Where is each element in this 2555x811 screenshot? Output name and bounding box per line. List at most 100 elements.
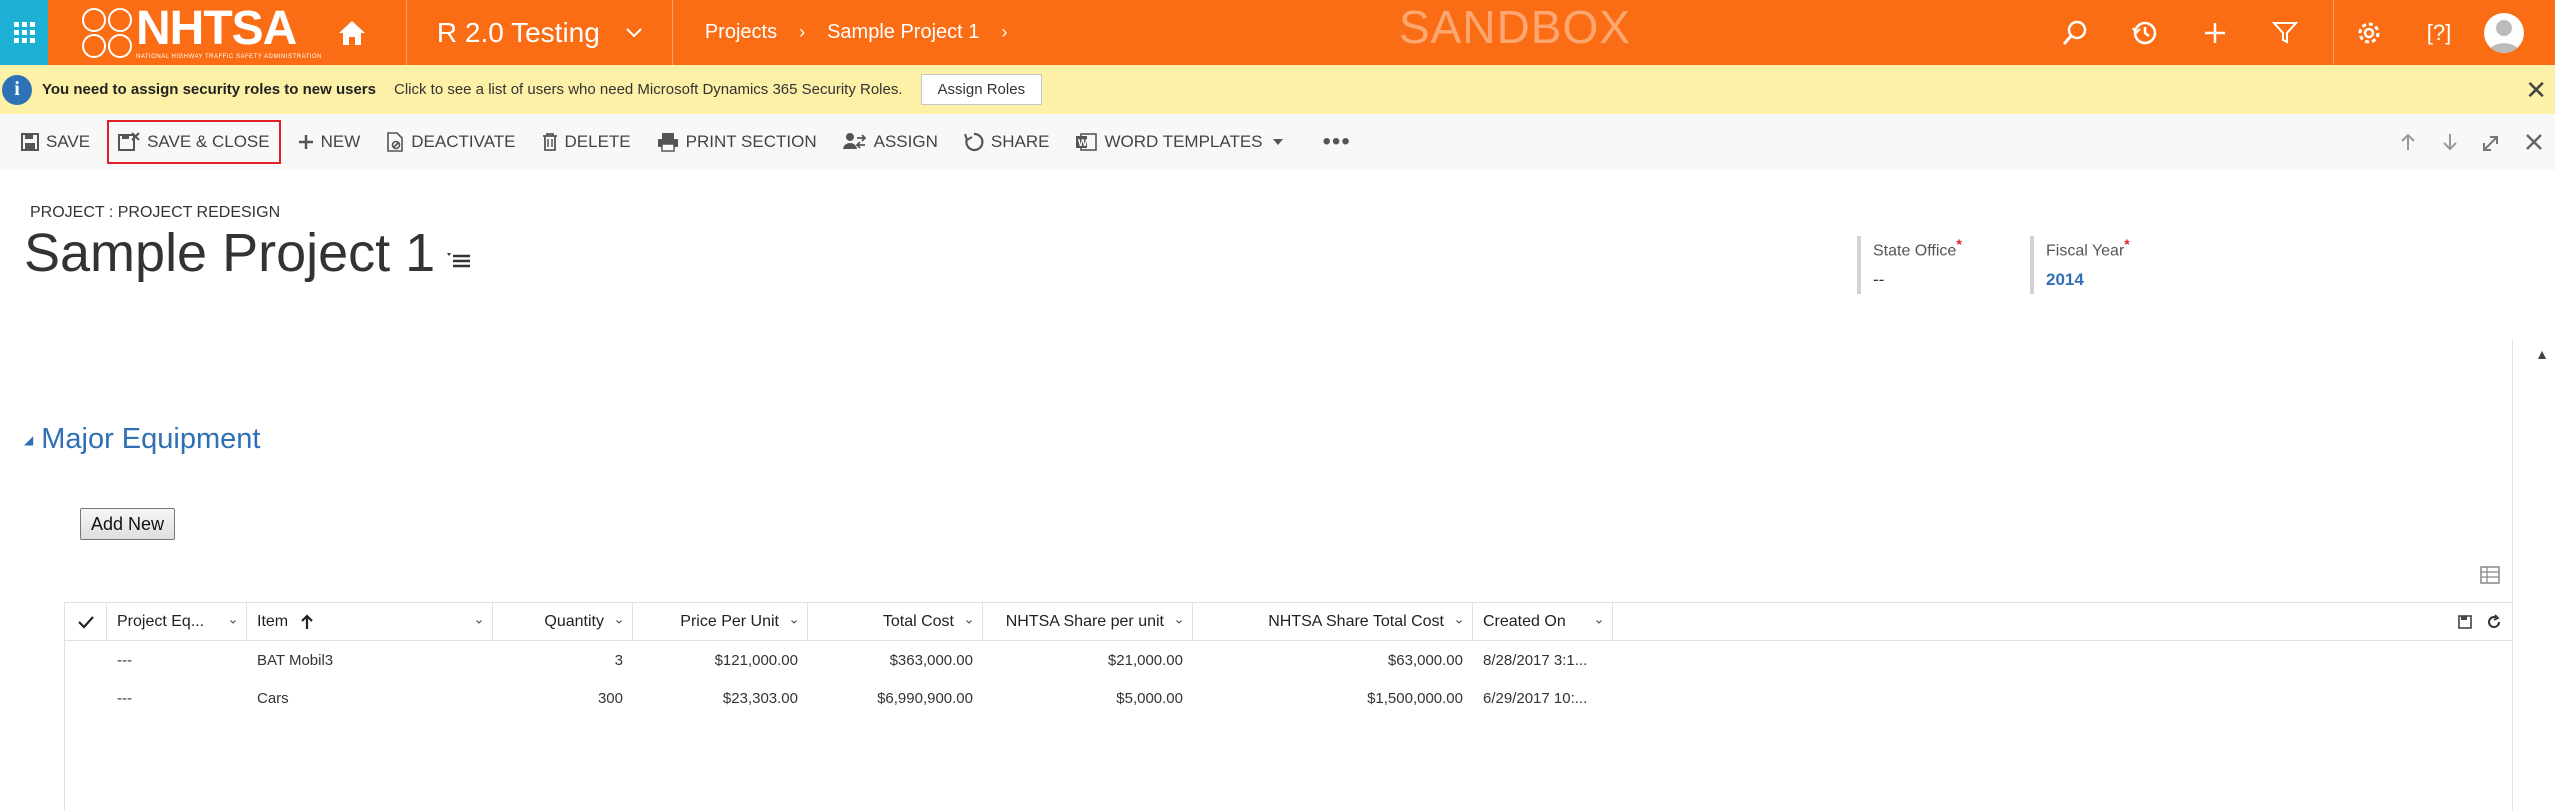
add-new-button[interactable]: Add New xyxy=(80,508,176,540)
share-button[interactable]: SHARE xyxy=(955,120,1059,164)
cell-project-equipment[interactable]: --- xyxy=(107,679,247,717)
record-navigation xyxy=(2387,114,2555,170)
cell-nhtsa-share-total-cost: $1,500,000.00 xyxy=(1367,689,1463,707)
grid-view-icon[interactable] xyxy=(2480,566,2500,589)
scroll-up-arrow[interactable]: ▲ xyxy=(2535,346,2549,362)
chevron-down-icon xyxy=(791,619,797,624)
deactivate-button[interactable]: DEACTIVATE xyxy=(377,120,524,164)
record-name: Sample Project 1 xyxy=(24,223,436,283)
column-header-nhtsa-share-per-unit[interactable]: NHTSA Share per unit xyxy=(983,602,1193,641)
delete-button[interactable]: DELETE xyxy=(533,120,640,164)
sort-ascending-icon xyxy=(301,613,313,629)
form-menu-icon[interactable] xyxy=(447,252,471,268)
chevron-down-icon xyxy=(626,27,642,37)
nhtsa-logo[interactable]: NHTSA NATIONAL HIGHWAY TRAFFIC SAFETY AD… xyxy=(48,0,322,65)
gear-icon[interactable] xyxy=(2334,0,2404,65)
print-section-button[interactable]: PRINT SECTION xyxy=(648,120,826,164)
save-and-close-button[interactable]: SAVE & CLOSE xyxy=(107,120,281,164)
info-icon: i xyxy=(2,74,32,105)
column-header-project-equipment[interactable]: Project Eq... xyxy=(107,602,247,641)
plus-icon[interactable] xyxy=(2180,0,2250,65)
app-switcher[interactable]: R 2.0 Testing xyxy=(405,0,673,65)
section-header-major-equipment[interactable]: ◢ Major Equipment xyxy=(24,423,260,456)
more-commands-icon[interactable]: ••• xyxy=(1323,128,1351,156)
assign-roles-button[interactable]: Assign Roles xyxy=(920,74,1043,105)
app-name-label: R 2.0 Testing xyxy=(436,16,600,48)
cell-price-per-unit: $121,000.00 xyxy=(714,651,798,669)
cell-nhtsa-share-total-cost: $63,000.00 xyxy=(1387,651,1463,669)
table-row[interactable]: --- Cars 300 $23,303.00 $6,990,900.00 $5… xyxy=(65,679,2512,717)
column-header-item[interactable]: Item xyxy=(247,602,493,641)
state-office-field[interactable]: State Office* -- xyxy=(1857,236,1962,294)
waffle-icon xyxy=(13,22,35,43)
checkmark-icon xyxy=(77,615,94,629)
print-section-label: PRINT SECTION xyxy=(685,132,817,151)
cell-item[interactable]: Cars xyxy=(247,679,493,717)
breadcrumb: Projects › Sample Project 1 › xyxy=(673,0,1030,65)
notification-message[interactable]: Click to see a list of users who need Mi… xyxy=(394,81,903,98)
save-icon xyxy=(21,133,39,151)
word-templates-label: WORD TEMPLATES xyxy=(1104,132,1263,151)
save-button[interactable]: SAVE xyxy=(12,120,99,164)
column-header-created-on[interactable]: Created On xyxy=(1473,602,1613,641)
chevron-down-icon xyxy=(1176,619,1182,624)
filter-icon[interactable] xyxy=(2250,0,2320,65)
new-button[interactable]: NEW xyxy=(289,120,370,164)
nav-settings-group: [?] xyxy=(2333,0,2524,65)
save-label: SAVE xyxy=(46,132,91,151)
nav-actions xyxy=(2040,0,2320,65)
column-header-quantity[interactable]: Quantity xyxy=(493,602,633,641)
page-title: Sample Project 1 xyxy=(24,222,471,284)
word-templates-button[interactable]: W WORD TEMPLATES xyxy=(1066,120,1298,164)
user-avatar[interactable] xyxy=(2484,12,2524,53)
state-office-label: State Office xyxy=(1873,242,1957,260)
close-icon[interactable]: ✕ xyxy=(2525,75,2547,106)
scrollbar-track[interactable] xyxy=(2512,340,2513,811)
grid-header: Project Eq... Item Quantity Price Per Un… xyxy=(65,602,2512,641)
caret-down-icon xyxy=(1272,139,1283,145)
history-icon[interactable] xyxy=(2110,0,2180,65)
popout-icon[interactable] xyxy=(2471,133,2513,151)
app-launcher-button[interactable] xyxy=(0,0,48,65)
cell-quantity: 3 xyxy=(614,651,623,669)
collapse-triangle-icon[interactable]: ◢ xyxy=(24,433,33,447)
select-all-checkbox[interactable] xyxy=(65,602,107,641)
top-navigation-bar: NHTSA NATIONAL HIGHWAY TRAFFIC SAFETY AD… xyxy=(0,0,2555,65)
home-icon[interactable] xyxy=(334,15,370,51)
fiscal-year-link[interactable]: 2014 xyxy=(2046,270,2130,290)
arrow-down-icon[interactable] xyxy=(2429,133,2471,151)
grid-toolbar xyxy=(2458,603,2502,641)
save-icon[interactable] xyxy=(2458,615,2472,629)
assign-button[interactable]: ASSIGN xyxy=(834,120,947,164)
assign-label: ASSIGN xyxy=(873,132,938,151)
column-header-total-cost[interactable]: Total Cost xyxy=(808,602,983,641)
cell-created-on: 6/29/2017 10:... xyxy=(1483,689,1588,707)
logo-subtitle: NATIONAL HIGHWAY TRAFFIC SAFETY ADMINIST… xyxy=(136,54,322,60)
chevron-down-icon xyxy=(616,619,622,624)
entity-form-selector[interactable]: PROJECT : PROJECT REDESIGN xyxy=(30,204,280,222)
cell-created-on: 8/28/2017 3:1... xyxy=(1483,651,1588,669)
help-icon[interactable]: [?] xyxy=(2404,0,2474,65)
cell-project-equipment[interactable]: --- xyxy=(107,641,247,679)
cell-total-cost: $6,990,900.00 xyxy=(877,689,973,707)
word-icon: W xyxy=(1076,133,1098,151)
plus-icon xyxy=(298,135,313,149)
delete-label: DELETE xyxy=(564,132,631,151)
cell-item[interactable]: BAT Mobil3 xyxy=(247,641,493,679)
column-header-nhtsa-share-total-cost[interactable]: NHTSA Share Total Cost xyxy=(1193,602,1473,641)
column-header-price-per-unit[interactable]: Price Per Unit xyxy=(633,602,808,641)
save-close-icon xyxy=(118,132,140,151)
breadcrumb-record[interactable]: Sample Project 1 xyxy=(827,21,979,44)
breadcrumb-projects[interactable]: Projects xyxy=(705,21,777,44)
cell-total-cost: $363,000.00 xyxy=(889,651,973,669)
logo-badges-icon xyxy=(82,7,132,58)
fiscal-year-field[interactable]: Fiscal Year* 2014 xyxy=(2030,236,2130,294)
table-row[interactable]: --- BAT Mobil3 3 $121,000.00 $363,000.00… xyxy=(65,641,2512,679)
refresh-icon[interactable] xyxy=(2486,614,2502,630)
arrow-up-icon[interactable] xyxy=(2387,133,2429,151)
required-indicator: * xyxy=(1956,236,1962,252)
chevron-down-icon xyxy=(1456,619,1462,624)
search-icon[interactable] xyxy=(2040,0,2110,65)
close-icon[interactable] xyxy=(2513,133,2555,151)
chevron-right-icon[interactable]: › xyxy=(1001,22,1007,43)
